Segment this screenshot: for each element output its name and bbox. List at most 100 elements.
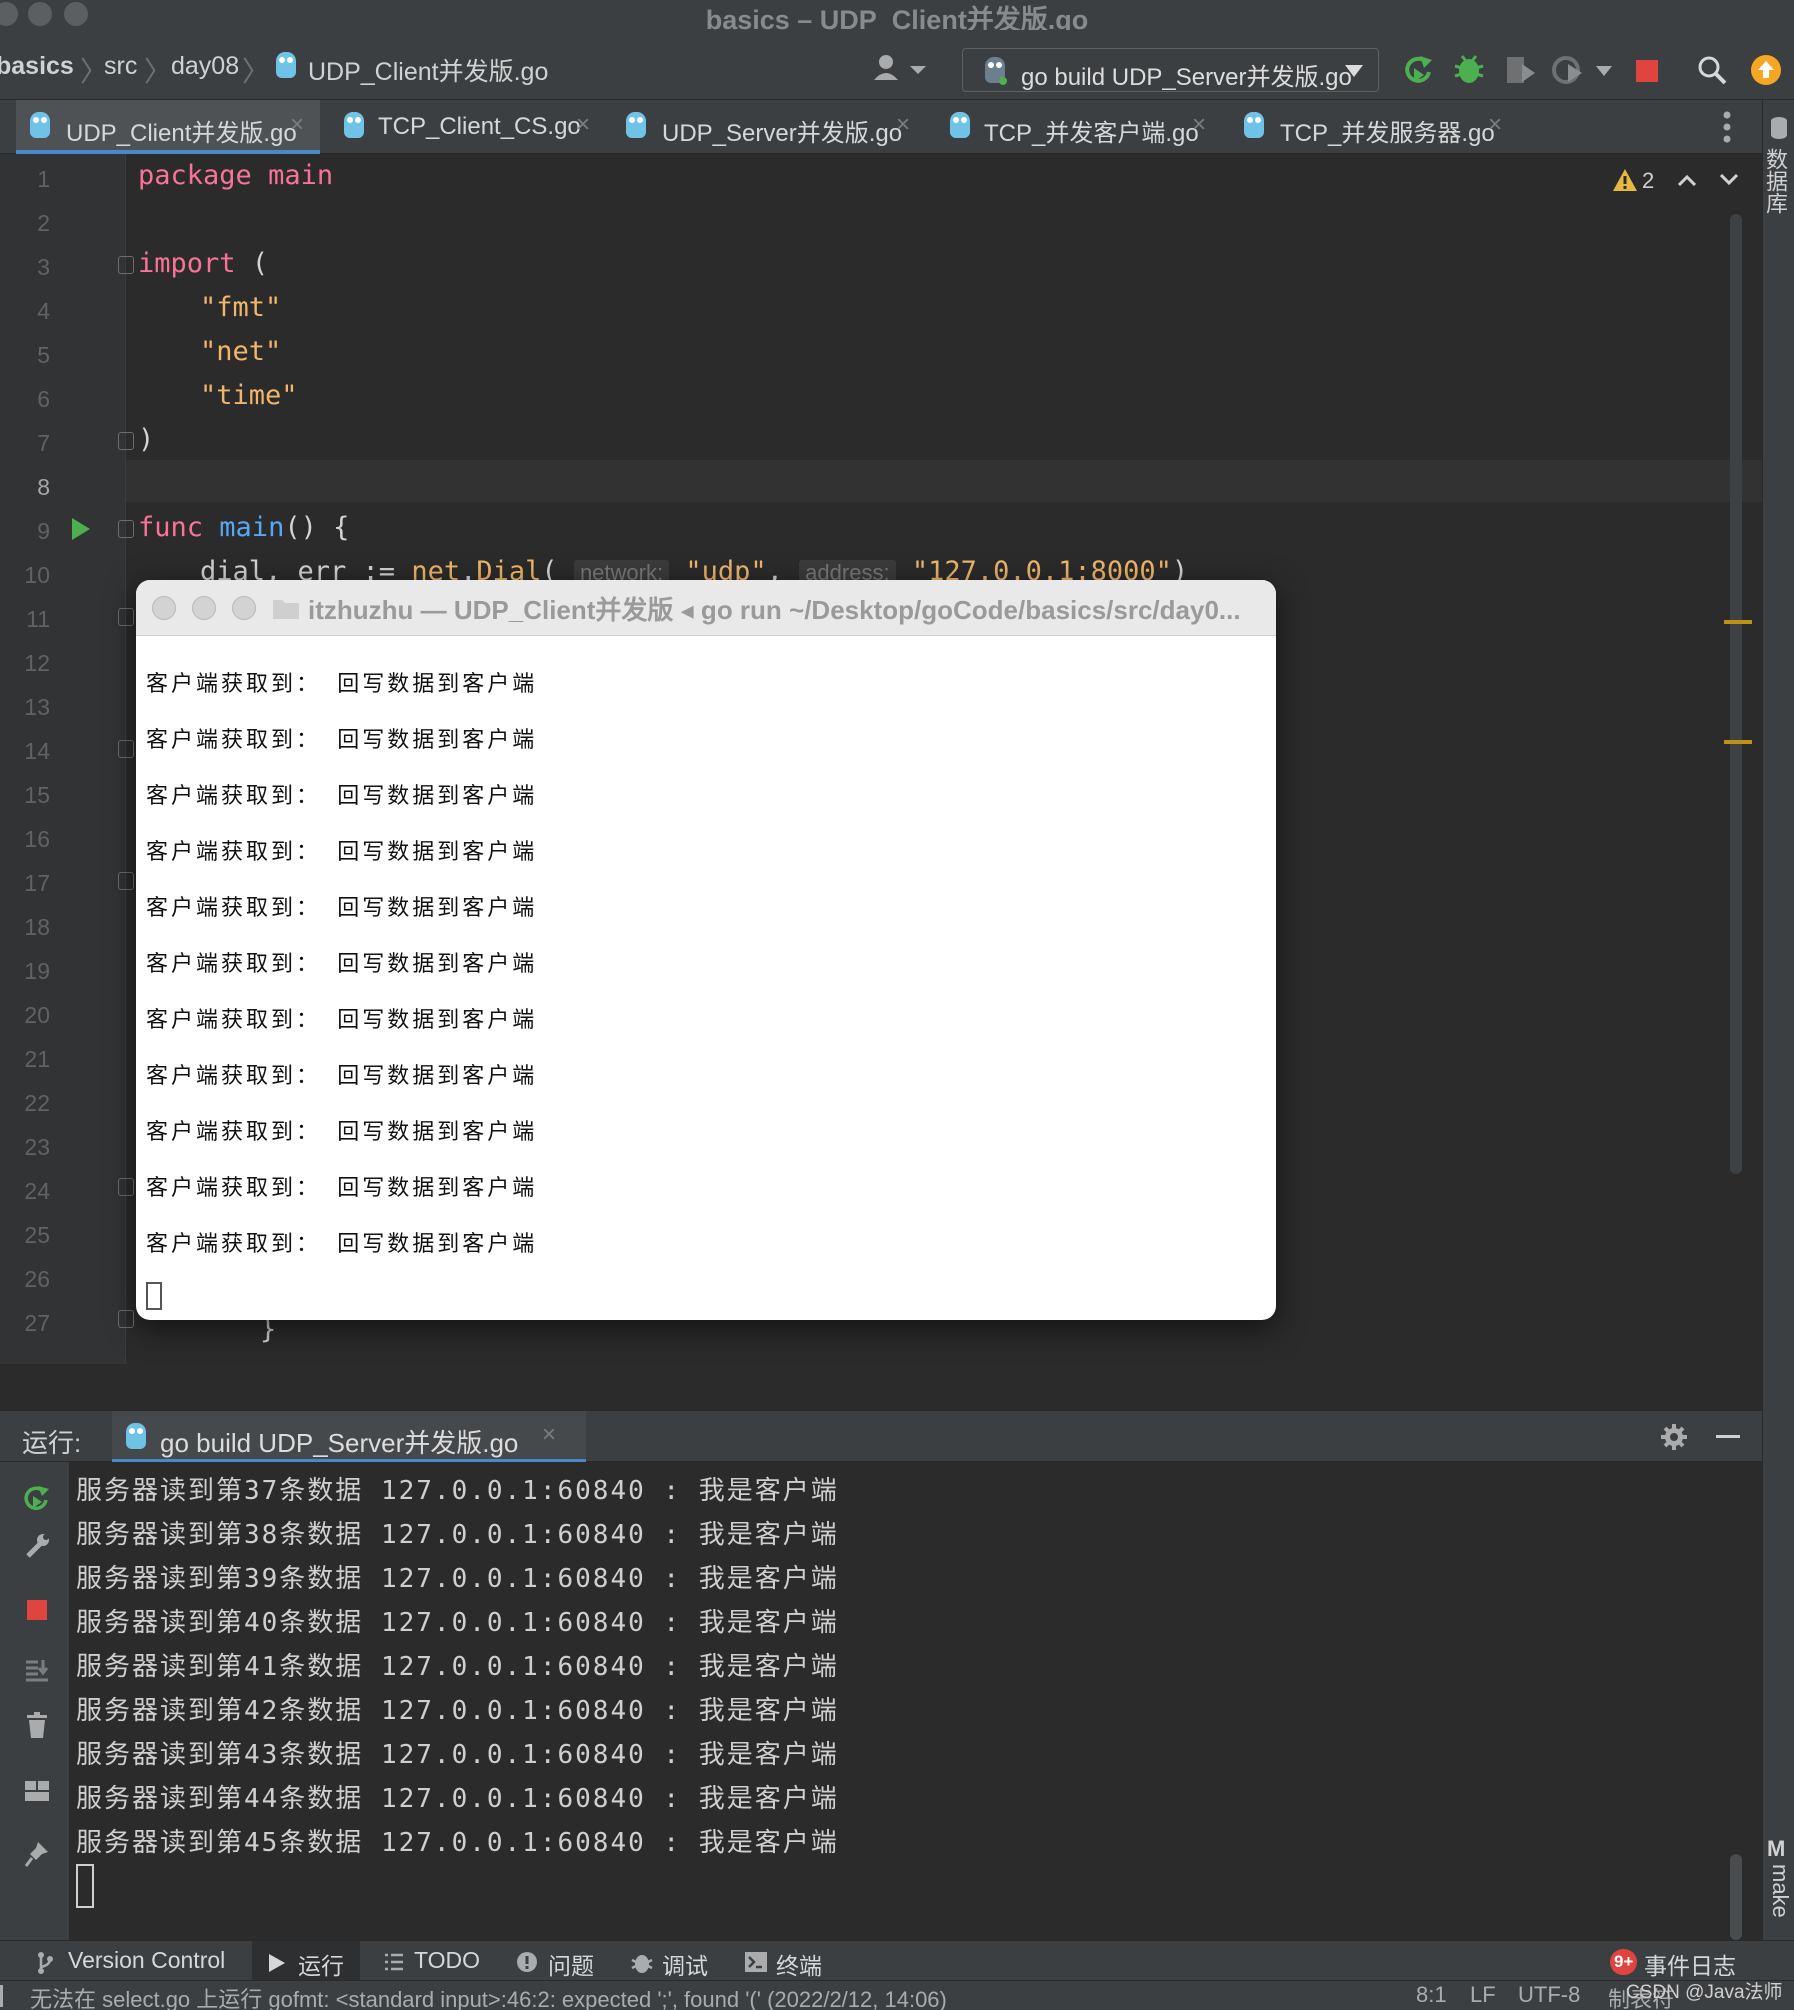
status-message[interactable]: 无法在 select.go 上运行 gofmt: <standard input… <box>30 1982 947 2010</box>
console-line: 服务器读到第37条数据 127.0.0.1:60840 : 我是客户端 <box>76 1476 839 1506</box>
gopher-icon <box>626 112 646 138</box>
coverage-icon[interactable] <box>1504 54 1538 86</box>
database-tool-label[interactable]: 数据库 <box>1763 148 1791 214</box>
run-icon <box>269 1954 285 1972</box>
trash-icon[interactable] <box>26 1712 48 1738</box>
terminal-window[interactable]: itzhuzhu — UDP_Client并发版 ◂ go run ~/Desk… <box>136 580 1276 1320</box>
rerun-icon[interactable] <box>22 1484 50 1512</box>
pin-icon[interactable] <box>24 1840 50 1868</box>
tool-terminal[interactable]: 终端 <box>776 1947 822 1981</box>
fold-marker[interactable] <box>118 740 134 758</box>
line-number: 22 <box>24 1090 50 1116</box>
line-number: 24 <box>24 1178 50 1204</box>
next-highlight-icon[interactable] <box>1720 174 1738 186</box>
layout-icon[interactable] <box>24 1780 50 1802</box>
run-configuration-selector[interactable]: go build UDP_Server并发版.go <box>962 48 1379 92</box>
terminal-icon <box>745 1952 767 1972</box>
fold-marker[interactable] <box>118 1178 134 1196</box>
run-triangle-icon[interactable] <box>72 518 90 540</box>
terminal-close-button[interactable] <box>152 596 176 620</box>
close-tab-icon[interactable]: × <box>896 111 910 139</box>
close-tab-icon[interactable]: × <box>576 111 590 139</box>
more-icon[interactable] <box>1722 110 1732 144</box>
terminal-line: 客户端获取到： 回写数据到客户端 <box>146 1064 538 1089</box>
tab-label: TCP_并发客户端.go <box>984 120 1199 147</box>
wrench-icon[interactable] <box>24 1532 50 1560</box>
code-line-1: package main <box>138 160 334 191</box>
caret-position[interactable]: 8:1 <box>1416 1982 1447 2008</box>
fold-marker[interactable] <box>118 608 134 626</box>
stop-icon[interactable] <box>1636 60 1658 82</box>
warning-stripe-marker[interactable] <box>1724 740 1752 744</box>
console-cursor <box>76 1864 94 1908</box>
line-separator[interactable]: LF <box>1470 1982 1496 2008</box>
right-tool-strip: 数据库 M make <box>1762 100 1794 1940</box>
close-tab-icon[interactable]: × <box>1488 111 1502 139</box>
minimize-icon[interactable] <box>1716 1435 1740 1438</box>
close-tab-icon[interactable]: × <box>542 1421 556 1449</box>
rerun-icon[interactable] <box>1402 54 1434 86</box>
tool-run[interactable]: 运行 <box>298 1947 344 1981</box>
profile-icon[interactable] <box>1552 54 1586 86</box>
chevron-down-icon[interactable] <box>1596 66 1612 76</box>
tool-event-log[interactable]: 事件日志 <box>1644 1947 1736 1981</box>
make-tool-label[interactable]: make <box>1767 1864 1793 1918</box>
breadcrumb-src[interactable]: src <box>104 52 137 81</box>
line-number: 12 <box>24 650 50 676</box>
scroll-end-icon[interactable] <box>24 1658 50 1684</box>
tool-version-control[interactable]: Version Control <box>68 1947 225 1974</box>
user-icon[interactable] <box>872 54 928 80</box>
line-number: 26 <box>24 1266 50 1292</box>
run-tab-udp-server[interactable]: go build UDP_Server并发版.go × <box>112 1411 586 1463</box>
tab-udp-server[interactable]: UDP_Server并发版.go × <box>612 100 922 154</box>
stop-icon[interactable] <box>27 1600 47 1620</box>
console-line: 服务器读到第39条数据 127.0.0.1:60840 : 我是客户端 <box>76 1564 839 1594</box>
previous-highlight-icon[interactable] <box>1678 174 1696 186</box>
close-tab-icon[interactable]: × <box>290 111 304 139</box>
make-icon: M <box>1767 1836 1786 1861</box>
breadcrumb-day08[interactable]: day08 <box>171 52 239 81</box>
fold-marker[interactable] <box>118 256 134 274</box>
code-line-6: "time" <box>200 380 298 411</box>
tab-udp-client[interactable]: UDP_Client并发版.go × <box>16 100 320 154</box>
update-icon[interactable] <box>1750 54 1782 86</box>
database-icon[interactable] <box>1769 116 1789 140</box>
breadcrumb-file[interactable]: UDP_Client并发版.go <box>308 52 548 88</box>
run-configuration-label: go build UDP_Server并发版.go <box>1021 64 1352 91</box>
tab-tcp-concurrent-server[interactable]: TCP_并发服务器.go × <box>1234 100 1524 154</box>
line-number: 1 <box>37 166 50 192</box>
run-console-output[interactable]: 服务器读到第37条数据 127.0.0.1:60840 : 我是客户端 服务器读到… <box>70 1462 1762 1940</box>
breadcrumb-project[interactable]: basics <box>0 52 74 81</box>
console-line: 服务器读到第40条数据 127.0.0.1:60840 : 我是客户端 <box>76 1608 839 1638</box>
editor-scrollbar[interactable] <box>1730 214 1742 1174</box>
close-tab-icon[interactable]: × <box>1192 111 1206 139</box>
fold-marker[interactable] <box>118 872 134 890</box>
terminal-minimize-button[interactable] <box>192 596 216 620</box>
line-number: 13 <box>24 694 50 720</box>
tab-tcp-concurrent-client[interactable]: TCP_并发客户端.go × <box>936 100 1232 154</box>
fold-marker[interactable] <box>118 520 134 538</box>
terminal-line: 客户端获取到： 回写数据到客户端 <box>146 1232 538 1257</box>
chevron-down-icon <box>1345 65 1363 77</box>
file-encoding[interactable]: UTF-8 <box>1518 1982 1580 2008</box>
debug-icon[interactable] <box>1452 52 1486 86</box>
warning-icon[interactable] <box>1612 168 1638 192</box>
fold-marker[interactable] <box>118 432 134 450</box>
terminal-zoom-button[interactable] <box>232 596 256 620</box>
warning-stripe-marker[interactable] <box>1724 620 1752 624</box>
tool-problems[interactable]: 问题 <box>548 1947 594 1981</box>
run-panel-label: 运行: <box>22 1428 82 1458</box>
tool-todo[interactable]: TODO <box>414 1947 480 1974</box>
tab-label: UDP_Server并发版.go <box>662 120 903 147</box>
search-icon[interactable] <box>1696 54 1728 86</box>
event-log-badge: 9+ <box>1610 1949 1638 1975</box>
line-number: 5 <box>37 342 50 368</box>
tab-tcp-client-cs[interactable]: TCP_Client_CS.go × <box>330 100 602 154</box>
settings-icon[interactable] <box>1660 1423 1688 1451</box>
terminal-line: 客户端获取到： 回写数据到客户端 <box>146 728 538 753</box>
fold-marker[interactable] <box>118 1310 134 1328</box>
line-number: 20 <box>24 1002 50 1028</box>
tool-debug[interactable]: 调试 <box>662 1947 708 1981</box>
code-line-7: ) <box>138 424 155 455</box>
console-scrollbar[interactable] <box>1730 1854 1742 1940</box>
